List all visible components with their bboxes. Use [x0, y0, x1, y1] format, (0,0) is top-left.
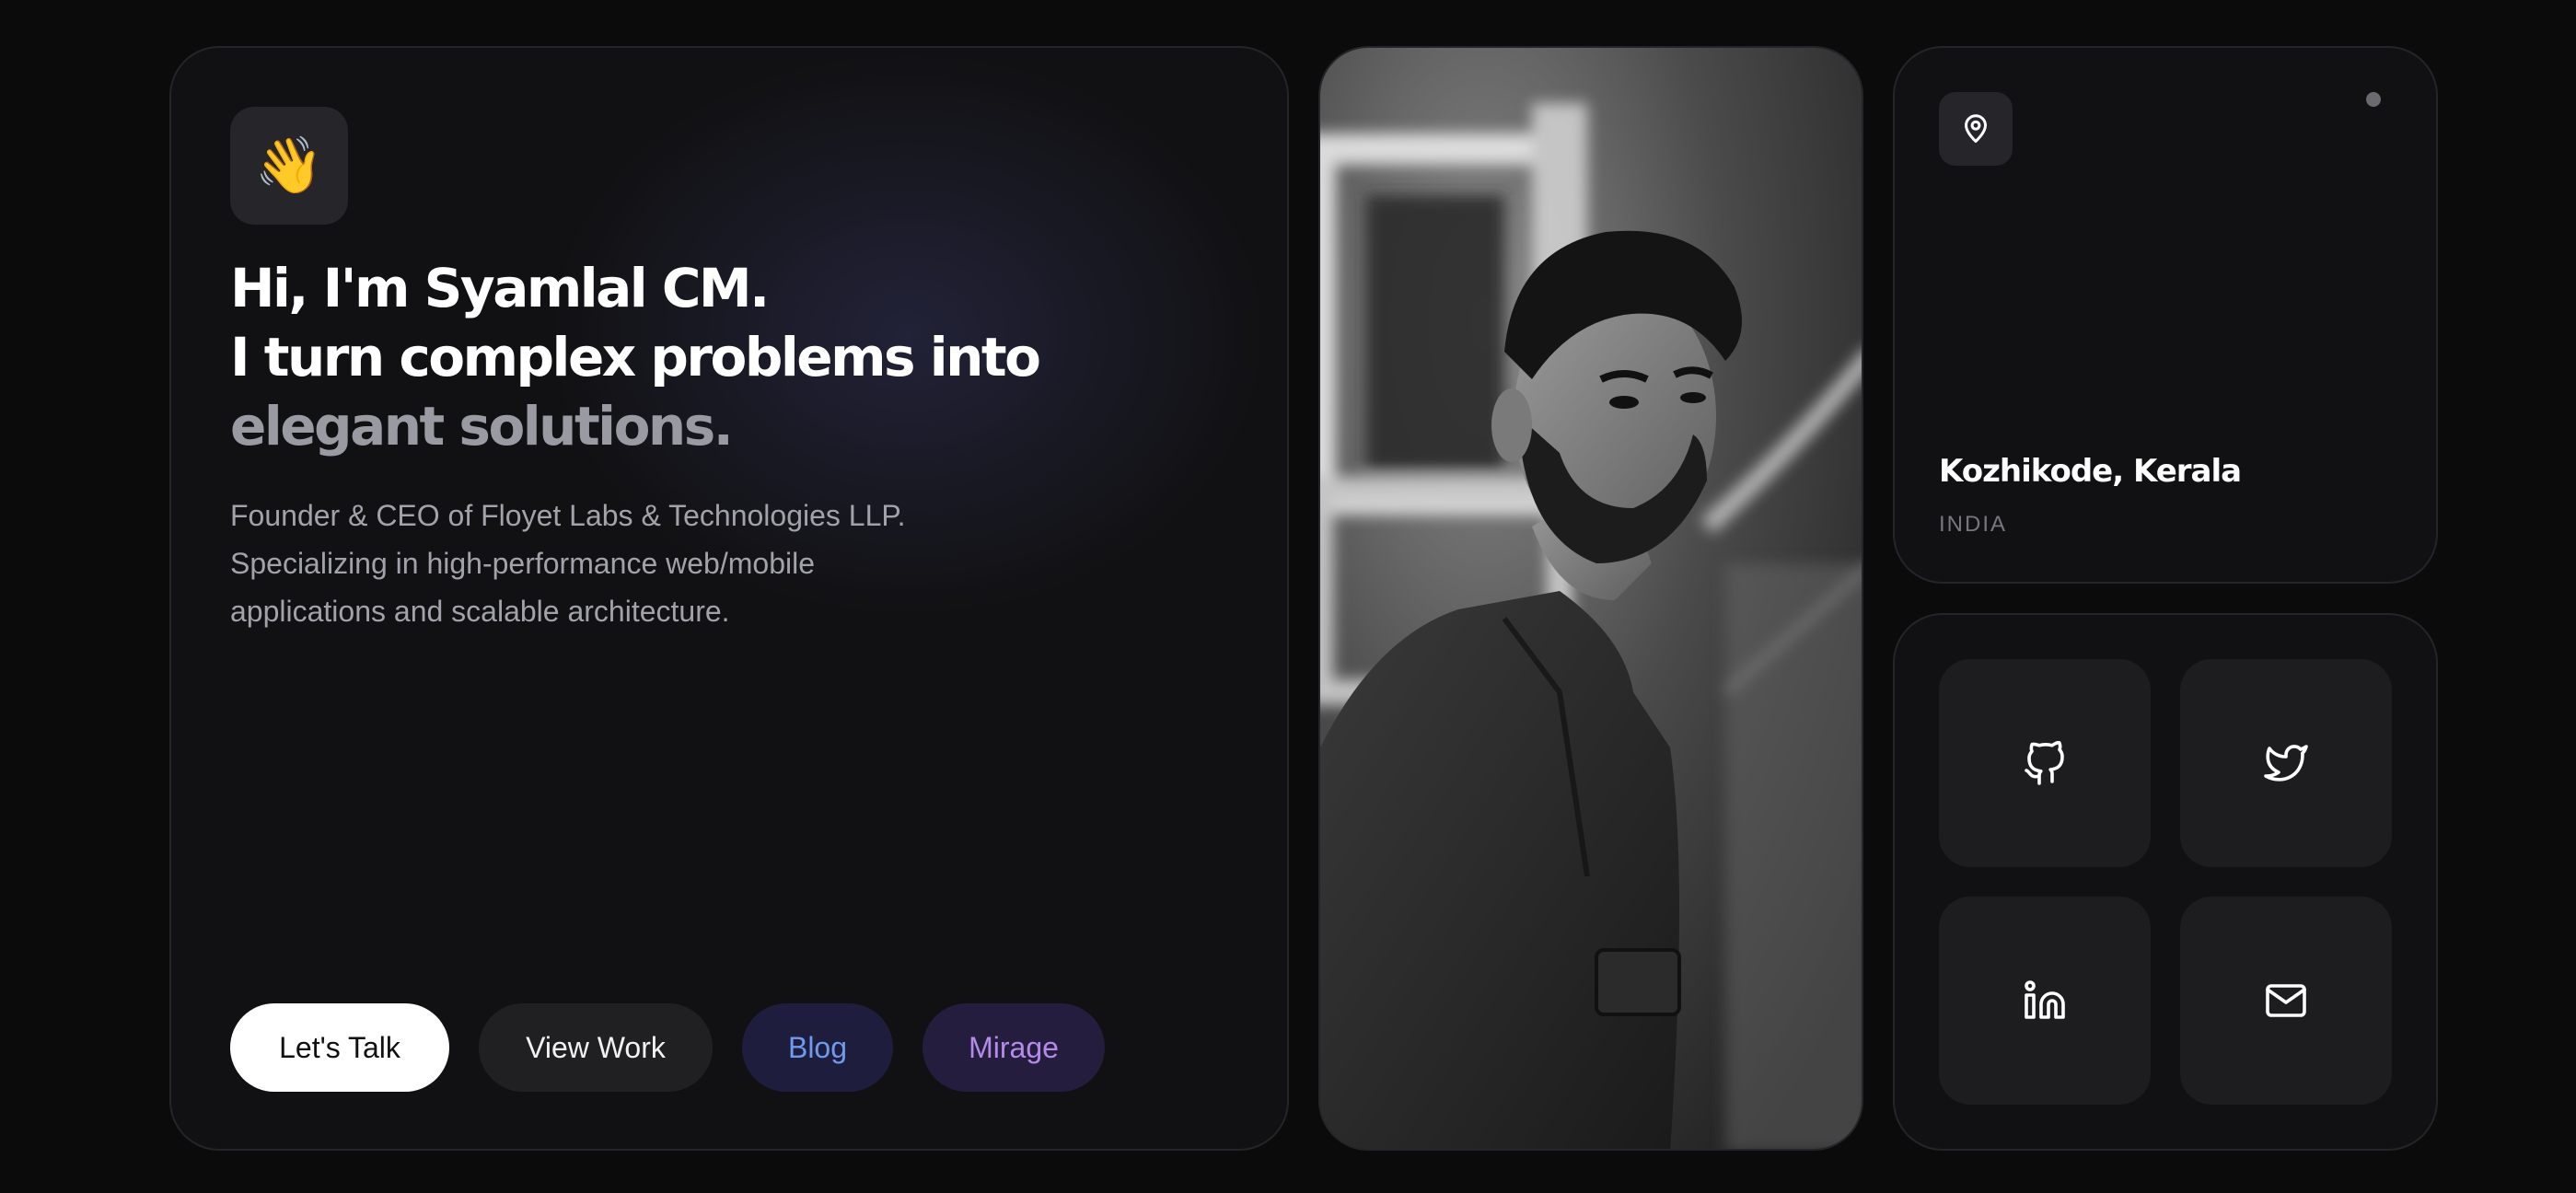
social-links-card — [1893, 613, 2438, 1151]
twitter-link[interactable] — [2180, 659, 2392, 867]
mail-icon — [2266, 984, 2306, 1017]
mirage-button[interactable]: Mirage — [922, 1003, 1105, 1092]
location-city: Kozhikode, Kerala — [1939, 453, 2242, 490]
action-buttons: Let's Talk View Work Blog Mirage — [230, 1003, 1105, 1092]
waving-hand-emoji: 👋 — [254, 133, 324, 198]
headline: Hi, I'm Syamlal CM. I turn complex probl… — [230, 254, 1206, 461]
profile-photo-card — [1318, 46, 1863, 1151]
headline-highlight: elegant solutions. — [230, 395, 734, 458]
github-icon — [2025, 741, 2064, 785]
email-link[interactable] — [2180, 897, 2392, 1105]
map-pin-icon — [1939, 92, 2013, 166]
linkedin-icon — [2025, 980, 2065, 1019]
bio-text: Founder & CEO of Floyet Labs & Technolog… — [230, 499, 906, 628]
location-card: Kozhikode, Kerala INDIA — [1893, 46, 2438, 584]
twitter-icon — [2264, 745, 2308, 782]
linkedin-link[interactable] — [1939, 897, 2151, 1105]
headline-tagline: I turn complex problems into — [230, 326, 1041, 388]
blog-button[interactable]: Blog — [742, 1003, 893, 1092]
github-link[interactable] — [1939, 659, 2151, 867]
view-work-button[interactable]: View Work — [479, 1003, 713, 1092]
intro-card: 👋 Hi, I'm Syamlal CM. I turn complex pro… — [169, 46, 1289, 1151]
lets-talk-button[interactable]: Let's Talk — [230, 1003, 449, 1092]
headline-greeting: Hi, I'm Syamlal CM. — [230, 257, 770, 319]
profile-photo — [1320, 48, 1862, 1149]
status-dot — [2366, 92, 2381, 107]
waving-hand-icon: 👋 — [230, 107, 348, 225]
location-country: INDIA — [1939, 512, 2008, 537]
